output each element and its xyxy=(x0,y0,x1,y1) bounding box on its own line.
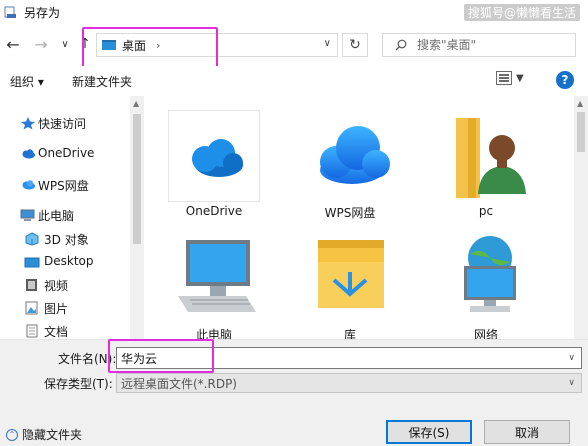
file-item-this-pc[interactable]: 此电脑 xyxy=(146,224,266,339)
filetype-value: 远程桌面文件(*.RDP) xyxy=(121,376,237,391)
sidebar-item-label: 快速访问 xyxy=(38,117,87,131)
sidebar-item-label: 3D 对象 xyxy=(44,233,89,247)
sidebar-item-videos[interactable]: 视频 xyxy=(0,274,130,296)
chevron-down-icon[interactable]: ∨ xyxy=(568,353,575,363)
back-button[interactable]: ← xyxy=(2,32,24,56)
organize-button[interactable]: 组织 ▾ xyxy=(10,73,44,90)
computer-icon xyxy=(20,208,36,222)
sidebar-item-label: 图片 xyxy=(44,302,69,316)
star-pin-icon xyxy=(20,116,36,130)
computer-icon xyxy=(168,232,260,324)
cube-3d-icon xyxy=(24,232,40,246)
file-item-label: 此电脑 xyxy=(195,328,232,339)
desktop-folder-icon xyxy=(24,255,40,269)
file-item-label: OneDrive xyxy=(185,204,243,218)
sidebar-item-label: 文档 xyxy=(44,325,69,339)
user-folder-icon xyxy=(440,110,532,202)
search-input[interactable] xyxy=(417,38,567,52)
wps-cloud-icon xyxy=(20,178,36,192)
scroll-up-icon[interactable]: ▲ xyxy=(133,99,139,108)
sidebar-item-label: 视频 xyxy=(44,279,69,293)
search-icon xyxy=(395,39,407,51)
filename-combobox[interactable]: ∨ xyxy=(116,347,582,369)
sidebar-item-onedrive[interactable]: OneDrive xyxy=(0,143,130,165)
cancel-button[interactable]: 取消 xyxy=(484,420,570,444)
file-item-network[interactable]: 网络 xyxy=(418,224,538,339)
window-title: 另存为 xyxy=(24,5,61,20)
sidebar-scrollbar[interactable]: ▲ xyxy=(130,96,144,339)
sidebar-item-this-pc[interactable]: 此电脑 xyxy=(0,204,130,226)
watermark: 搜狐号@懒懒看生活 xyxy=(463,4,580,21)
file-item-label: WPS网盘 xyxy=(324,206,376,220)
address-dropdown-icon[interactable]: ∨ xyxy=(324,38,331,49)
save-button[interactable]: 保存(S) xyxy=(386,420,472,444)
breadcrumb-desktop[interactable]: 桌面 xyxy=(122,37,146,54)
sidebar-item-label: OneDrive xyxy=(38,146,95,160)
sidebar-item-quick-access[interactable]: 快速访问 xyxy=(0,112,130,134)
library-folder-icon xyxy=(304,232,396,324)
new-folder-button[interactable]: 新建文件夹 xyxy=(72,73,132,90)
onedrive-cloud-icon xyxy=(168,110,260,202)
wps-cloud-icon xyxy=(304,110,396,202)
toolbar: 组织 ▾ 新建文件夹 ▼ ? xyxy=(0,66,588,94)
sidebar-item-pictures[interactable]: 图片 xyxy=(0,297,130,319)
file-item-onedrive[interactable]: OneDrive xyxy=(146,102,266,222)
sidebar-item-desktop[interactable]: Desktop xyxy=(0,251,130,273)
arrow-left-icon: ← xyxy=(6,34,20,54)
network-icon xyxy=(440,232,532,324)
file-item-label: pc xyxy=(478,204,494,218)
save-dialog-icon xyxy=(4,5,18,19)
chevron-right-icon[interactable]: › xyxy=(156,39,160,52)
refresh-icon: ↻ xyxy=(349,37,361,53)
view-icon xyxy=(496,71,512,85)
forward-button[interactable]: → xyxy=(30,32,52,56)
chevron-down-icon: ∨ xyxy=(61,38,69,50)
hide-folders-toggle[interactable]: ⌃ 隐藏文件夹 xyxy=(6,426,82,443)
hide-folders-label: 隐藏文件夹 xyxy=(22,428,83,442)
document-icon xyxy=(24,324,40,338)
address-bar[interactable]: 桌面 › ∨ xyxy=(96,33,338,57)
filename-label: 文件名(N): xyxy=(58,352,117,366)
file-list-scroll-thumb[interactable] xyxy=(577,112,585,152)
sidebar-scroll-thumb[interactable] xyxy=(133,114,141,244)
caret-down-icon: ▼ xyxy=(516,72,524,84)
video-icon xyxy=(24,278,40,292)
navigation-bar: ← → ∨ ↑ 桌面 › ∨ ↻ xyxy=(0,24,588,66)
help-icon[interactable]: ? xyxy=(556,71,574,89)
navigation-pane: 快速访问 OneDrive WPS网盘 此电脑 3D 对象 Desktop 视频… xyxy=(0,96,144,339)
file-list-scrollbar[interactable]: ▲ xyxy=(574,96,588,339)
chevron-up-icon: ⌃ xyxy=(6,428,18,441)
title-bar: 另存为 搜狐号@懒懒看生活 xyxy=(0,0,588,24)
sidebar-item-3d-objects[interactable]: 3D 对象 xyxy=(0,228,130,250)
file-item-label: 网络 xyxy=(473,328,498,339)
filetype-label: 保存类型(T): xyxy=(44,377,113,391)
file-item-pc[interactable]: pc xyxy=(418,102,538,222)
sidebar-item-label: 此电脑 xyxy=(38,209,75,223)
refresh-button[interactable]: ↻ xyxy=(342,33,368,57)
onedrive-cloud-icon xyxy=(20,147,36,161)
arrow-right-icon: → xyxy=(34,34,48,54)
recent-locations-button[interactable]: ∨ xyxy=(54,32,76,56)
file-list: OneDrive WPS网盘 pc 此电脑 库 网络 xyxy=(146,96,574,339)
save-form: 文件名(N): ∨ 保存类型(T): 远程桌面文件(*.RDP) ∨ ⌃ 隐藏文… xyxy=(0,339,588,446)
sidebar-item-label: Desktop xyxy=(44,254,94,268)
arrow-up-icon: ↑ xyxy=(79,36,91,52)
file-item-library[interactable]: 库 xyxy=(282,224,402,339)
sidebar-item-documents[interactable]: 文档 xyxy=(0,320,130,339)
chevron-down-icon[interactable]: ∨ xyxy=(568,378,575,388)
filetype-select[interactable]: 远程桌面文件(*.RDP) ∨ xyxy=(116,373,582,393)
sidebar-item-label: WPS网盘 xyxy=(38,179,89,193)
search-box[interactable] xyxy=(382,33,576,57)
file-item-label: 库 xyxy=(343,328,356,339)
file-item-wps-cloud[interactable]: WPS网盘 xyxy=(282,102,402,222)
scroll-up-icon[interactable]: ▲ xyxy=(577,99,583,108)
sidebar-item-wps-cloud[interactable]: WPS网盘 xyxy=(0,174,130,196)
change-view-button[interactable]: ▼ xyxy=(496,71,524,85)
up-button[interactable]: ↑ xyxy=(74,32,96,56)
picture-icon xyxy=(24,301,40,315)
desktop-folder-icon xyxy=(102,40,116,50)
filename-input[interactable] xyxy=(121,351,551,365)
